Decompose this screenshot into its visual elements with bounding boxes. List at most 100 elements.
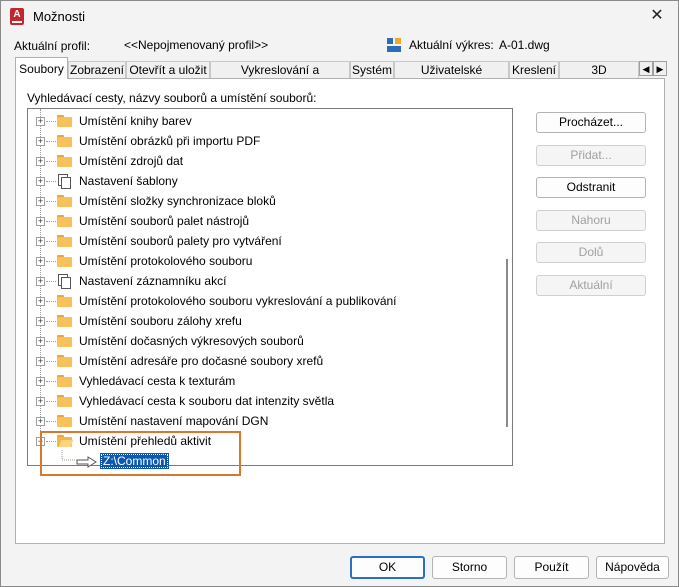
documents-icon bbox=[58, 174, 71, 189]
move-down-button-label: Dolů bbox=[578, 245, 604, 259]
move-up-button-label: Nahoru bbox=[571, 213, 611, 227]
folder-icon bbox=[57, 395, 72, 407]
title-bar: A Možnosti ✕ bbox=[1, 1, 678, 32]
tab-uzivatelske-nastaveni[interactable]: Uživatelské nastavení bbox=[394, 61, 509, 94]
tree-item[interactable]: + Umístění složky synchronizace bloků bbox=[28, 191, 498, 211]
tree-item[interactable]: + Umístění souborů palety pro vytváření bbox=[28, 231, 498, 251]
current-drawing-label: Aktuální výkres: bbox=[409, 38, 494, 52]
expand-icon[interactable]: + bbox=[36, 317, 45, 326]
ok-button-label: OK bbox=[378, 560, 397, 574]
close-icon[interactable]: ✕ bbox=[646, 6, 668, 26]
tab-zobrazeni[interactable]: Zobrazení bbox=[68, 61, 126, 78]
tab-system[interactable]: Systém bbox=[350, 61, 394, 78]
tree-item[interactable]: + Umístění protokolového souboru bbox=[28, 251, 498, 271]
browse-button-label: Procházet... bbox=[558, 115, 624, 129]
tree-item[interactable]: + Umístění obrázků při importu PDF bbox=[28, 131, 498, 151]
ok-button[interactable]: OK bbox=[350, 556, 425, 579]
move-up-button[interactable]: Nahoru bbox=[536, 210, 646, 231]
expand-icon[interactable]: + bbox=[36, 257, 45, 266]
tab-3d-modelovani[interactable]: 3D modelování bbox=[559, 61, 639, 94]
remove-button[interactable]: Odstranit bbox=[536, 177, 646, 198]
tree-branch-line bbox=[46, 281, 56, 282]
tree-item[interactable]: + Umístění souboru zálohy xrefu bbox=[28, 311, 498, 331]
expand-icon[interactable]: + bbox=[36, 397, 45, 406]
folder-icon bbox=[57, 295, 72, 307]
tree-item[interactable]: + Umístění protokolového souboru vykreslo… bbox=[28, 291, 498, 311]
tab-scroll-left-icon[interactable]: ◀ bbox=[639, 61, 653, 76]
tree-branch-line bbox=[46, 341, 56, 342]
tab-vykreslovani-a-publikovani[interactable]: Vykreslování a publikování bbox=[210, 61, 350, 94]
expand-icon[interactable]: + bbox=[36, 217, 45, 226]
path-arrow-icon bbox=[76, 456, 97, 468]
tree-item-label: Nastavení šablony bbox=[79, 174, 178, 188]
folder-icon bbox=[57, 375, 72, 387]
cancel-button[interactable]: Storno bbox=[432, 556, 507, 579]
expand-icon[interactable]: + bbox=[36, 277, 45, 286]
expand-icon[interactable]: + bbox=[36, 137, 45, 146]
folder-icon bbox=[57, 115, 72, 127]
add-button[interactable]: Přidat... bbox=[536, 145, 646, 166]
tree-item-label: Umístění obrázků při importu PDF bbox=[79, 134, 261, 148]
folder-icon bbox=[57, 315, 72, 327]
apply-button[interactable]: Použít bbox=[514, 556, 589, 579]
tree-item[interactable]: + Umístění zdrojů dat bbox=[28, 151, 498, 171]
expand-icon[interactable]: + bbox=[36, 117, 45, 126]
expand-icon[interactable]: + bbox=[36, 377, 45, 386]
tree-item[interactable]: + Umístění dočasných výkresových souborů bbox=[28, 331, 498, 351]
expand-icon[interactable]: + bbox=[36, 237, 45, 246]
tree-item[interactable]: + Umístění nastavení mapování DGN bbox=[28, 411, 498, 431]
tree-item-label: Umístění adresáře pro dočasné soubory xr… bbox=[79, 354, 324, 368]
tree-branch-line bbox=[46, 221, 56, 222]
expand-icon[interactable]: + bbox=[36, 337, 45, 346]
search-paths-label: Vyhledávací cesty, názvy souborů a umíst… bbox=[27, 91, 317, 105]
move-down-button[interactable]: Dolů bbox=[536, 242, 646, 263]
tree-branch-line bbox=[46, 421, 56, 422]
folder-icon bbox=[57, 195, 72, 207]
tree-branch-line bbox=[46, 161, 56, 162]
tree-item[interactable]: + Nastavení záznamníku akcí bbox=[28, 271, 498, 291]
folder-icon bbox=[57, 155, 72, 167]
tree-item[interactable]: + Vyhledávací cesta k souboru dat intenzi… bbox=[28, 391, 498, 411]
tree-item-label: Umístění knihy barev bbox=[79, 114, 192, 128]
tree-item-label: Umístění dočasných výkresových souborů bbox=[79, 334, 304, 348]
folder-icon bbox=[57, 135, 72, 147]
options-dialog: A Možnosti ✕ Aktuální profil: <<Nepojmen… bbox=[0, 0, 679, 587]
help-button[interactable]: Nápověda bbox=[596, 556, 669, 579]
tree-item[interactable]: + Umístění adresáře pro dočasné soubory x… bbox=[28, 351, 498, 371]
tree-branch-line bbox=[46, 141, 56, 142]
folder-icon bbox=[57, 215, 72, 227]
expand-icon[interactable]: + bbox=[36, 297, 45, 306]
tree-branch-line bbox=[46, 301, 56, 302]
file-locations-tree[interactable]: + Umístění knihy barev + Umístění obrázků p… bbox=[27, 108, 513, 466]
tree-item[interactable]: + Umístění souborů palet nástrojů bbox=[28, 211, 498, 231]
expand-icon[interactable]: + bbox=[36, 197, 45, 206]
tree-branch-line bbox=[46, 261, 56, 262]
tree-item-label: Umístění protokolového souboru vykreslov… bbox=[79, 294, 397, 308]
tree-item[interactable]: + Umístění knihy barev bbox=[28, 111, 498, 131]
set-current-button[interactable]: Aktuální bbox=[536, 275, 646, 296]
window-title: Možnosti bbox=[33, 9, 86, 24]
selected-path-item[interactable]: Z:\Common bbox=[100, 453, 169, 469]
tab-otevrit-a-ulozit[interactable]: Otevřít a uložit bbox=[126, 61, 210, 78]
expand-icon[interactable]: + bbox=[36, 177, 45, 186]
tree-scrollbar[interactable] bbox=[506, 259, 508, 427]
tab-kresleni[interactable]: Kreslení bbox=[509, 61, 559, 78]
expand-icon[interactable]: + bbox=[36, 157, 45, 166]
help-button-label: Nápověda bbox=[605, 560, 660, 574]
tree-item-label: Umístění nastavení mapování DGN bbox=[79, 414, 269, 428]
tab-scroll-right-icon[interactable]: ▶ bbox=[653, 61, 667, 76]
tree-item-label: Vyhledávací cesta k texturám bbox=[79, 374, 236, 388]
tab-soubory[interactable]: Soubory bbox=[15, 57, 68, 79]
tree-item-label: Umístění zdrojů dat bbox=[79, 154, 184, 168]
tree-item[interactable]: + Vyhledávací cesta k texturám bbox=[28, 371, 498, 391]
browse-button[interactable]: Procházet... bbox=[536, 112, 646, 133]
folder-icon bbox=[57, 255, 72, 267]
tree-branch-line bbox=[46, 381, 56, 382]
current-profile-value: <<Nepojmenovaný profil>> bbox=[124, 38, 269, 52]
expand-icon[interactable]: + bbox=[36, 417, 45, 426]
tree-item[interactable]: + Nastavení šablony bbox=[28, 171, 498, 191]
tab-strip: Soubory Zobrazení Otevřít a uložit Vykre… bbox=[15, 57, 667, 94]
tree-item-label: Umístění souborů palet nástrojů bbox=[79, 214, 250, 228]
expand-icon[interactable]: + bbox=[36, 357, 45, 366]
tree-branch-line bbox=[46, 181, 56, 182]
